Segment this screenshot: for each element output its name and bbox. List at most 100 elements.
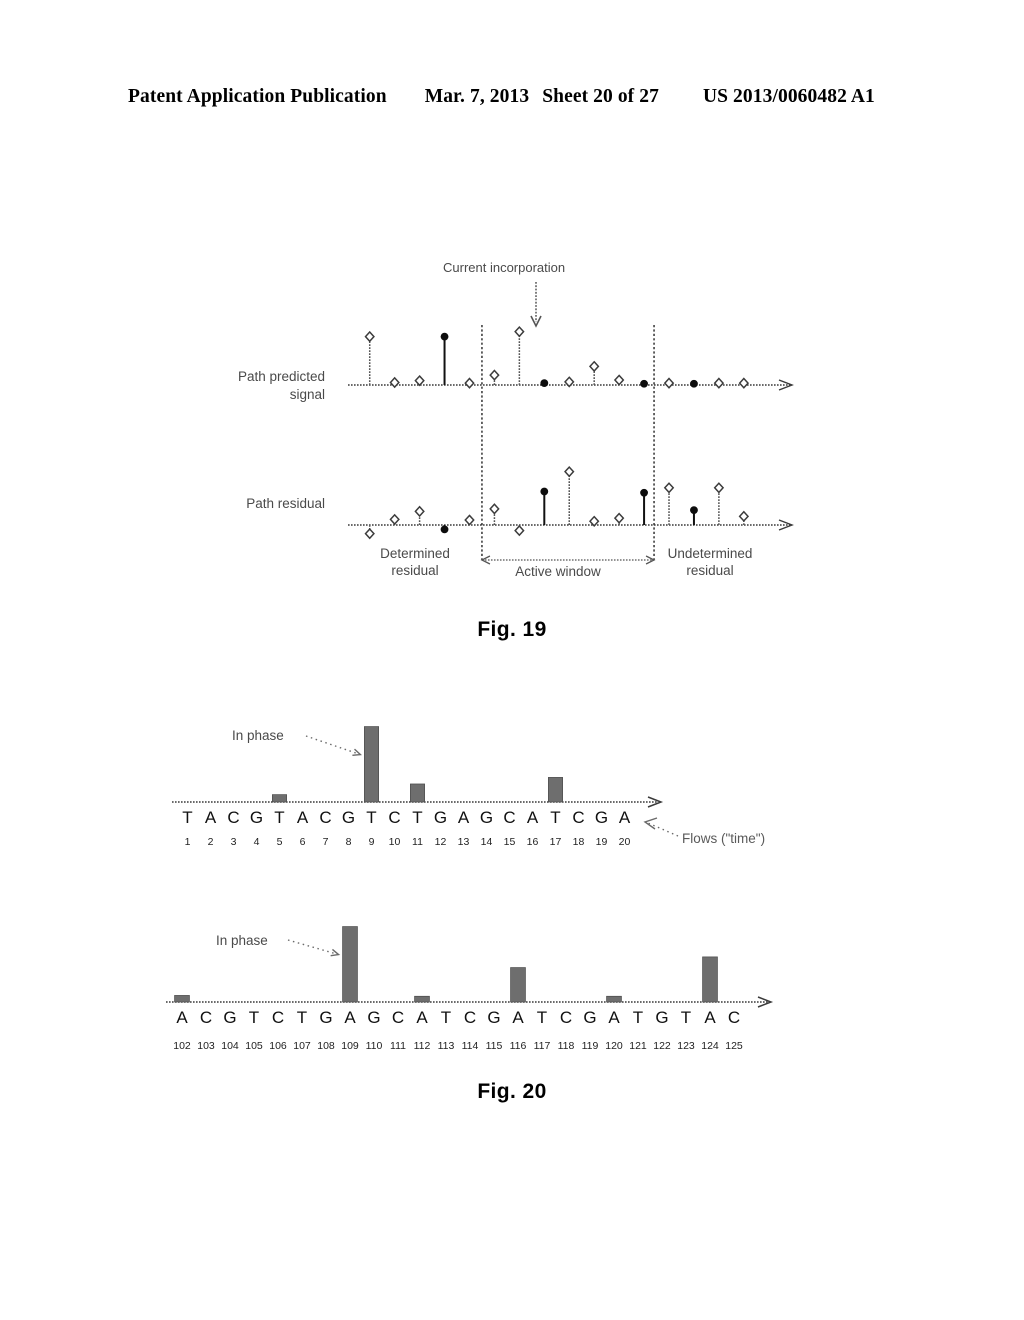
flow-number: 122 — [653, 1040, 671, 1052]
flow-number: 107 — [293, 1040, 311, 1052]
base-letter: A — [176, 1008, 188, 1027]
flow-number: 111 — [390, 1040, 406, 1052]
base-letter: T — [366, 808, 377, 827]
in-phase-leader-arrow-icon — [287, 939, 341, 957]
base-letter: T — [536, 1008, 548, 1027]
flow-number: 105 — [245, 1040, 263, 1052]
base-letter: A — [704, 1008, 716, 1027]
base-letter: C — [388, 808, 401, 827]
flow-number: 20 — [618, 836, 631, 848]
flow-number: 120 — [605, 1040, 623, 1052]
flow-number: 106 — [269, 1040, 287, 1052]
base-letter: T — [248, 1008, 260, 1027]
base-letter: G — [583, 1008, 597, 1027]
figure-19: Current incorporation Path predicted sig… — [0, 230, 1024, 660]
base-letter: C — [463, 1008, 477, 1027]
bar — [342, 926, 358, 1003]
base-letter: A — [512, 1008, 524, 1027]
flow-number: 104 — [221, 1040, 239, 1052]
in-phase-leader-arrow-icon — [305, 735, 362, 756]
figure-20-lower-plot — [166, 926, 774, 1008]
base-letter: G — [479, 808, 494, 827]
figure-20-caption: Fig. 20 — [477, 1080, 547, 1103]
base-letter: T — [680, 1008, 692, 1027]
flow-axis — [166, 996, 774, 1008]
figure-20-upper-plot — [172, 726, 679, 837]
base-letter: T — [632, 1008, 644, 1027]
base-letter: G — [433, 808, 448, 827]
base-letter: A — [344, 1008, 356, 1027]
lower-flow-numbers: 102 103 104 105 106 107 108 109 110 111 112 113 114 1… — [170, 1040, 746, 1052]
bar — [414, 995, 430, 1003]
base-letter: G — [249, 808, 264, 827]
bar — [272, 794, 287, 803]
base-letter: A — [204, 808, 217, 827]
base-letter: G — [594, 808, 609, 827]
flow-number: 18 — [572, 836, 585, 848]
flows-label-leader-arrow-icon — [643, 817, 679, 837]
flow-number: 14 — [480, 836, 493, 848]
base-letter: G — [319, 1008, 333, 1027]
flow-number: 118 — [557, 1040, 575, 1052]
bar — [548, 777, 563, 803]
base-letter: C — [391, 1008, 405, 1027]
base-letter: C — [503, 808, 516, 827]
flow-number: 125 — [725, 1040, 743, 1052]
flow-number: 13 — [457, 836, 470, 848]
base-letter: T — [440, 1008, 452, 1027]
path-residual-axis — [348, 519, 794, 531]
flow-number: 8 — [345, 836, 352, 848]
bar — [606, 995, 622, 1003]
flow-number: 112 — [413, 1040, 431, 1052]
flow-number: 102 — [173, 1040, 191, 1052]
flow-number: 115 — [485, 1040, 503, 1052]
publication-title: Patent Application Publication — [128, 86, 387, 107]
bar-series — [272, 726, 563, 803]
base-letter: C — [559, 1008, 573, 1027]
base-letter: A — [618, 808, 631, 827]
base-letter: T — [274, 808, 285, 827]
flow-number: 15 — [503, 836, 516, 848]
base-letter: A — [296, 808, 309, 827]
base-letter: A — [526, 808, 539, 827]
upper-base-sequence: TACGTACGTCTGAGCATCGA — [176, 808, 636, 828]
flow-number: 121 — [629, 1040, 647, 1052]
upper-flow-numbers: 1 2 3 4 5 6 7 8 9 10 11 12 13 14 15 16 17 18 19 20 — [176, 836, 636, 848]
figure-20: In phase Flows ("time") TACGTACGTCTGAGCA… — [0, 690, 1024, 1120]
predicted-signal-stems — [364, 325, 750, 389]
publication-number: US 2013/0060482 A1 — [702, 86, 875, 107]
flow-number: 11 — [412, 836, 423, 848]
flow-number: 5 — [276, 836, 283, 848]
flow-number: 4 — [253, 836, 260, 848]
flow-number: 109 — [341, 1040, 359, 1052]
flow-number: 113 — [437, 1040, 455, 1052]
flow-number: 7 — [322, 836, 329, 848]
flow-number: 124 — [701, 1040, 719, 1052]
lower-base-sequence: ACGTCTGAGCATCGATCGATGTAC — [170, 1008, 746, 1028]
base-letter: C — [271, 1008, 285, 1027]
path-residual-stems — [364, 465, 750, 540]
bar — [364, 726, 379, 803]
flow-number: 103 — [197, 1040, 215, 1052]
flow-number: 3 — [230, 836, 237, 848]
flow-number: 17 — [549, 836, 562, 848]
flow-number: 1 — [184, 836, 191, 848]
base-letter: C — [572, 808, 585, 827]
base-letter: C — [727, 1008, 741, 1027]
active-window-span-arrow — [480, 555, 656, 565]
base-letter: C — [227, 808, 240, 827]
base-letter: C — [319, 808, 332, 827]
bar — [702, 956, 718, 1003]
publication-date-sheet: Mar. 7, 2013 Sheet 20 of 27 — [425, 86, 659, 108]
flow-number: 116 — [509, 1040, 527, 1052]
flow-number: 16 — [526, 836, 539, 848]
flow-number: 12 — [434, 836, 447, 848]
flow-number: 119 — [581, 1040, 599, 1052]
flow-number: 114 — [461, 1040, 479, 1052]
flow-number: 123 — [677, 1040, 695, 1052]
base-letter: T — [296, 1008, 308, 1027]
publication-header: Patent Application Publication Mar. 7, 2… — [128, 86, 896, 108]
flow-number: 10 — [388, 836, 401, 848]
flow-number: 9 — [368, 836, 375, 848]
base-letter: T — [412, 808, 423, 827]
